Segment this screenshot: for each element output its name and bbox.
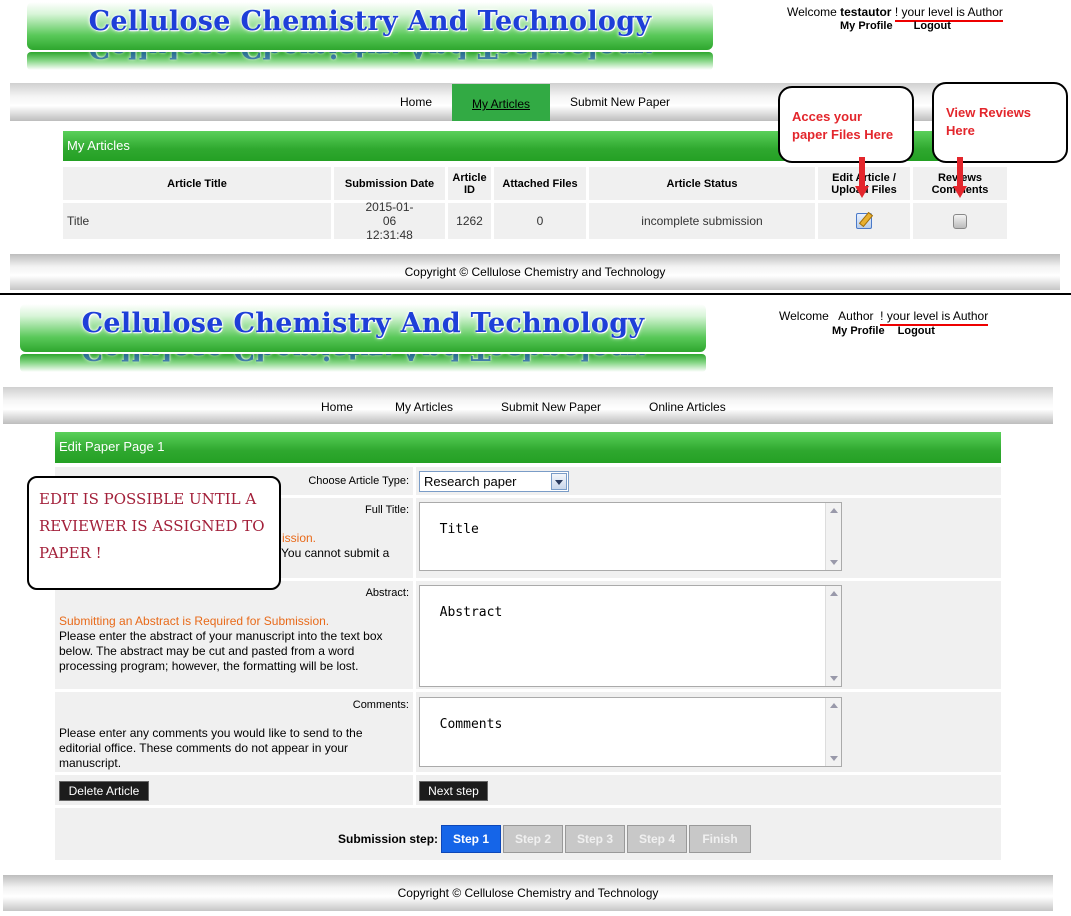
nav-submit-new-paper[interactable]: Submit New Paper bbox=[501, 400, 601, 414]
site-banner-reflection: Cellulose Chemistry And Technology bbox=[27, 52, 713, 70]
welcome-text: Welcome testautor ! your level is Author bbox=[787, 5, 1003, 22]
step-finish: Finish bbox=[689, 825, 751, 853]
logout-link[interactable]: Logout bbox=[898, 325, 935, 337]
col-attached-files: Attached Files bbox=[494, 167, 586, 200]
scrollbar[interactable] bbox=[825, 586, 841, 686]
nav-my-articles[interactable]: My Articles bbox=[395, 400, 453, 414]
abstract-input[interactable]: Abstract bbox=[419, 585, 842, 687]
col-submission-date: Submission Date bbox=[334, 167, 445, 200]
footer: Copyright © Cellulose Chemistry and Tech… bbox=[3, 875, 1053, 911]
cell-status: incomplete submission bbox=[589, 203, 815, 239]
nav-home[interactable]: Home bbox=[400, 95, 432, 109]
arrow-reviews-head bbox=[953, 186, 967, 198]
section-title: Edit Paper Page 1 bbox=[55, 432, 1001, 463]
arrow-files-head bbox=[855, 186, 869, 198]
cell-edit bbox=[818, 203, 910, 239]
step-4: Step 4 bbox=[627, 825, 687, 853]
site-banner: Cellulose Chemistry And Technology bbox=[27, 2, 713, 50]
comments-input[interactable]: Comments bbox=[419, 697, 842, 767]
col-article-status: Article Status bbox=[589, 167, 815, 200]
title-required-text: ission. bbox=[282, 531, 317, 545]
nav-home[interactable]: Home bbox=[321, 400, 353, 414]
username: Author bbox=[838, 309, 874, 323]
nav-submit-new-paper[interactable]: Submit New Paper bbox=[570, 95, 670, 109]
title-help-text: You cannot submit a bbox=[281, 546, 390, 560]
abstract-help-text: Please enter the abstract of your manusc… bbox=[59, 629, 383, 673]
callout-reviews: View Reviews Here bbox=[932, 82, 1068, 163]
welcome-text: Welcome Author ! your level is Author bbox=[779, 309, 989, 326]
row-buttons bbox=[55, 775, 1001, 805]
site-title: Cellulose Chemistry And Technology bbox=[88, 6, 652, 37]
edit-callout: EDIT IS POSSIBLE UNTIL A REVIEWER IS ASS… bbox=[27, 476, 281, 590]
column-separator bbox=[413, 467, 416, 805]
site-title: Cellulose Chemistry And Technology bbox=[81, 308, 645, 339]
my-profile-link[interactable]: My Profile bbox=[832, 325, 885, 337]
step-2: Step 2 bbox=[503, 825, 563, 853]
scrollbar[interactable] bbox=[825, 503, 841, 570]
reviews-icon[interactable] bbox=[953, 213, 967, 229]
username: testautor bbox=[840, 5, 892, 19]
comments-label: Comments: bbox=[352, 699, 409, 711]
step-1[interactable]: Step 1 bbox=[441, 825, 501, 853]
col-article-title: Article Title bbox=[63, 167, 331, 200]
comments-help-text: Please enter any comments you would like… bbox=[59, 726, 363, 770]
site-banner-reflection: Cellulose Chemistry And Technology bbox=[20, 354, 706, 372]
next-step-button[interactable]: Next step bbox=[419, 781, 488, 801]
cell-id: 1262 bbox=[448, 203, 491, 239]
cell-reviews bbox=[913, 203, 1007, 239]
edit-icon[interactable] bbox=[856, 213, 872, 229]
my-profile-link[interactable]: My Profile bbox=[840, 20, 893, 32]
col-article-id: Article ID bbox=[448, 167, 491, 200]
cell-files: 0 bbox=[494, 203, 586, 239]
scrollbar[interactable] bbox=[825, 698, 841, 766]
step-3: Step 3 bbox=[565, 825, 625, 853]
footer: Copyright © Cellulose Chemistry and Tech… bbox=[10, 254, 1060, 290]
logout-link[interactable]: Logout bbox=[914, 20, 951, 32]
nav-my-articles[interactable]: My Articles bbox=[472, 97, 530, 111]
article-type-label: Choose Article Type: bbox=[308, 475, 409, 487]
abstract-required-text: Submitting an Abstract is Required for S… bbox=[59, 614, 330, 628]
article-type-select[interactable]: Research paper bbox=[419, 471, 569, 492]
chevron-down-icon[interactable] bbox=[551, 473, 567, 490]
user-level: ! your level is Author bbox=[880, 309, 989, 326]
cell-title: Title bbox=[63, 203, 331, 239]
site-banner: Cellulose Chemistry And Technology bbox=[20, 304, 706, 352]
divider-line bbox=[0, 293, 1071, 295]
nav-online-articles[interactable]: Online Articles bbox=[649, 400, 726, 414]
cell-date: 2015-01-06 12:31:48 bbox=[334, 200, 445, 242]
arrow-files-shaft bbox=[859, 157, 865, 188]
full-title-input[interactable]: Title bbox=[419, 502, 842, 571]
arrow-reviews-shaft bbox=[957, 157, 963, 188]
delete-article-button[interactable]: Delete Article bbox=[59, 781, 149, 801]
abstract-label: Abstract: bbox=[365, 587, 409, 599]
steps-label: Submission step: bbox=[338, 832, 439, 846]
full-title-label: Full Title: bbox=[364, 504, 409, 516]
callout-files: Acces your paper Files Here bbox=[778, 86, 914, 163]
